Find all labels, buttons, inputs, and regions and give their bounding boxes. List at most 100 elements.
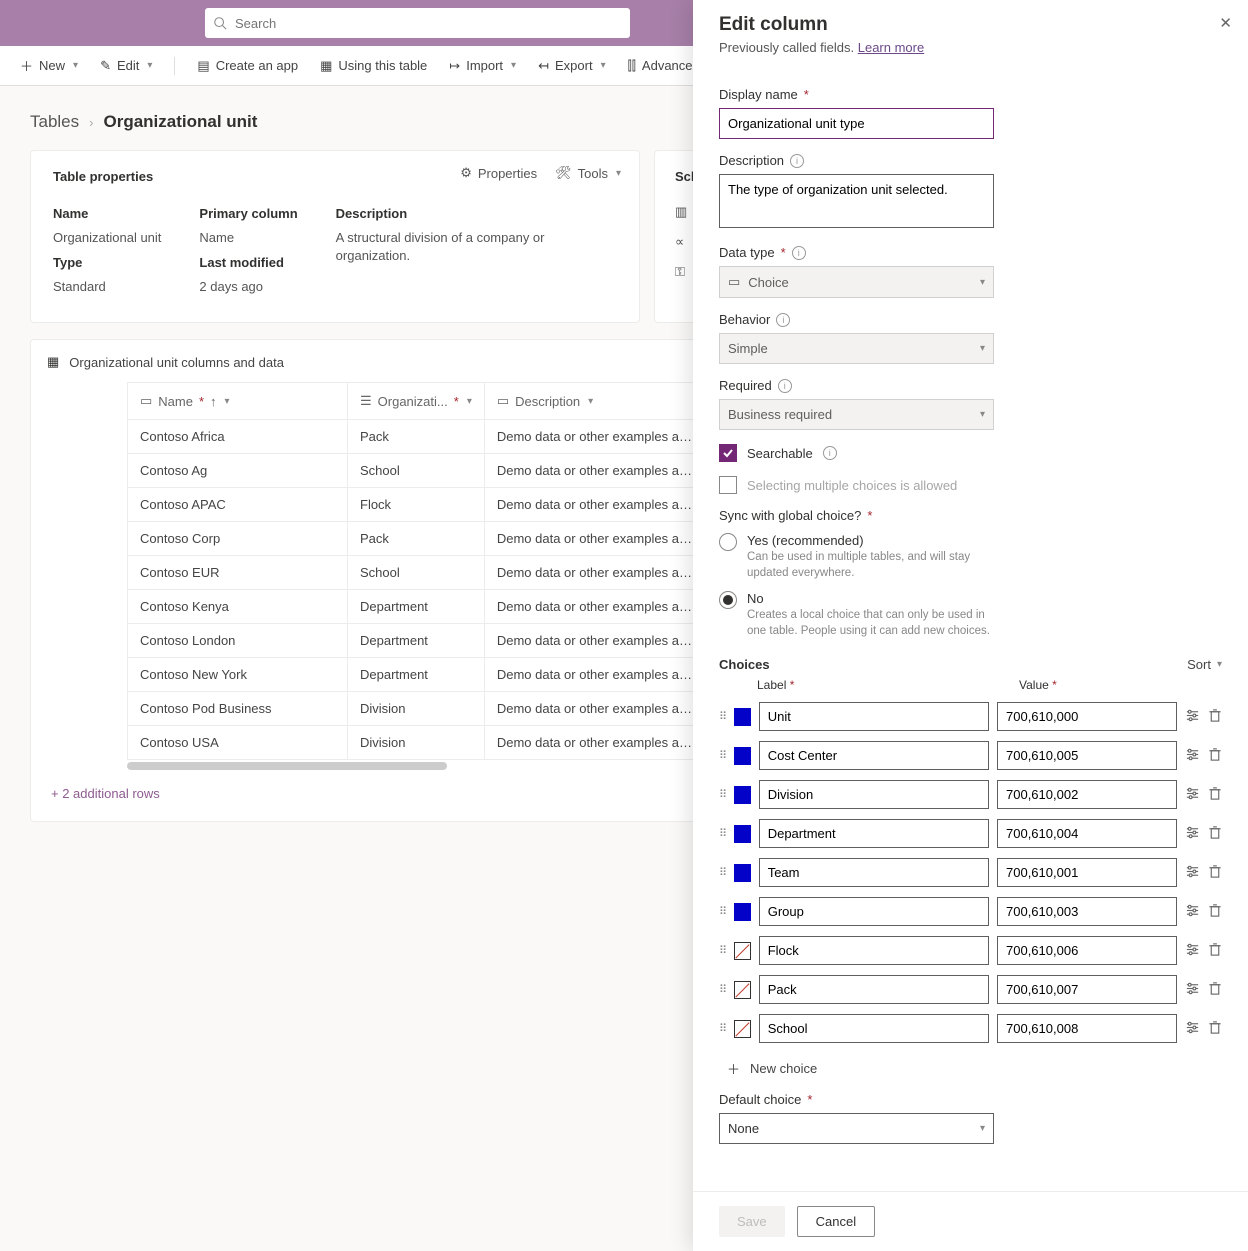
choice-label-input[interactable] <box>759 780 989 809</box>
settings-icon[interactable] <box>1185 1020 1200 1038</box>
choice-value-input[interactable] <box>997 936 1177 965</box>
color-swatch[interactable] <box>734 942 751 960</box>
cell-desc[interactable]: Demo data or other examples are... <box>484 726 706 760</box>
choice-label-input[interactable] <box>759 936 989 965</box>
cell-desc[interactable]: Demo data or other examples are... <box>484 692 706 726</box>
table-row[interactable]: Contoso New YorkDepartmentDemo data or o… <box>128 658 707 692</box>
breadcrumb-root[interactable]: Tables <box>30 112 79 132</box>
choice-value-input[interactable] <box>997 897 1177 926</box>
color-swatch[interactable] <box>734 1020 751 1038</box>
settings-icon[interactable] <box>1185 786 1200 804</box>
choice-value-input[interactable] <box>997 858 1177 887</box>
table-row[interactable]: Contoso KenyaDepartmentDemo data or othe… <box>128 590 707 624</box>
cell-org[interactable]: Department <box>348 624 485 658</box>
choice-label-input[interactable] <box>759 702 989 731</box>
choice-label-input[interactable] <box>759 897 989 926</box>
using-table-button[interactable]: ▦Using this table <box>320 58 427 74</box>
cell-name[interactable]: Contoso Corp <box>128 522 348 556</box>
import-button[interactable]: ↦Import▾ <box>449 58 516 74</box>
delete-icon[interactable] <box>1208 1020 1222 1038</box>
choice-label-input[interactable] <box>759 819 989 848</box>
cell-name[interactable]: Contoso APAC <box>128 488 348 522</box>
learn-more-link[interactable]: Learn more <box>858 40 924 55</box>
drag-handle-icon[interactable]: ⠿ <box>719 866 726 879</box>
cell-name[interactable]: Contoso New York <box>128 658 348 692</box>
drag-handle-icon[interactable]: ⠿ <box>719 1022 726 1035</box>
info-icon[interactable]: i <box>792 246 806 260</box>
settings-icon[interactable] <box>1185 708 1200 726</box>
drag-handle-icon[interactable]: ⠿ <box>719 944 726 957</box>
new-button[interactable]: ＋New▾ <box>20 56 78 75</box>
cell-name[interactable]: Contoso USA <box>128 726 348 760</box>
color-swatch[interactable] <box>734 981 751 999</box>
cell-org[interactable]: School <box>348 454 485 488</box>
drag-handle-icon[interactable]: ⠿ <box>719 749 726 762</box>
color-swatch[interactable] <box>734 708 751 726</box>
settings-icon[interactable] <box>1185 747 1200 765</box>
color-swatch[interactable] <box>734 903 751 921</box>
cell-name[interactable]: Contoso Kenya <box>128 590 348 624</box>
cell-desc[interactable]: Demo data or other examples are... <box>484 590 706 624</box>
close-icon[interactable]: ✕ <box>1219 14 1232 32</box>
cell-desc[interactable]: Demo data or other examples are... <box>484 556 706 590</box>
drag-handle-icon[interactable]: ⠿ <box>719 905 726 918</box>
cell-desc[interactable]: Demo data or other examples are... <box>484 488 706 522</box>
table-row[interactable]: Contoso USADivisionDemo data or other ex… <box>128 726 707 760</box>
cell-desc[interactable]: Demo data or other examples are... <box>484 454 706 488</box>
delete-icon[interactable] <box>1208 903 1222 921</box>
color-swatch[interactable] <box>734 825 751 843</box>
table-row[interactable]: Contoso CorpPackDemo data or other examp… <box>128 522 707 556</box>
choice-label-input[interactable] <box>759 1014 989 1043</box>
settings-icon[interactable] <box>1185 864 1200 882</box>
choice-value-input[interactable] <box>997 780 1177 809</box>
searchable-checkbox[interactable]: Searchablei <box>719 444 1222 462</box>
settings-icon[interactable] <box>1185 903 1200 921</box>
drag-handle-icon[interactable]: ⠿ <box>719 827 726 840</box>
edit-button[interactable]: ✎Edit▾ <box>100 58 152 74</box>
cell-org[interactable]: School <box>348 556 485 590</box>
info-icon[interactable]: i <box>823 446 837 460</box>
global-search[interactable] <box>205 8 630 38</box>
table-row[interactable]: Contoso EURSchoolDemo data or other exam… <box>128 556 707 590</box>
col-org-header[interactable]: ☰Organizati...*▾ <box>348 383 485 420</box>
cell-desc[interactable]: Demo data or other examples are... <box>484 522 706 556</box>
sync-yes-radio[interactable]: Yes (recommended)Can be used in multiple… <box>719 533 1222 581</box>
choice-label-input[interactable] <box>759 975 989 1004</box>
settings-icon[interactable] <box>1185 825 1200 843</box>
new-choice-button[interactable]: ＋New choice <box>727 1059 1222 1078</box>
table-row[interactable]: Contoso AgSchoolDemo data or other examp… <box>128 454 707 488</box>
color-swatch[interactable] <box>734 747 751 765</box>
cell-name[interactable]: Contoso EUR <box>128 556 348 590</box>
delete-icon[interactable] <box>1208 981 1222 999</box>
tools-button[interactable]: 🛠Tools▾ <box>555 165 621 181</box>
color-swatch[interactable] <box>734 864 751 882</box>
table-row[interactable]: Contoso Pod BusinessDivisionDemo data or… <box>128 692 707 726</box>
cell-name[interactable]: Contoso London <box>128 624 348 658</box>
cell-org[interactable]: Pack <box>348 420 485 454</box>
delete-icon[interactable] <box>1208 942 1222 960</box>
delete-icon[interactable] <box>1208 864 1222 882</box>
cell-name[interactable]: Contoso Pod Business <box>128 692 348 726</box>
color-swatch[interactable] <box>734 786 751 804</box>
drag-handle-icon[interactable]: ⠿ <box>719 788 726 801</box>
settings-icon[interactable] <box>1185 942 1200 960</box>
cell-org[interactable]: Pack <box>348 522 485 556</box>
info-icon[interactable]: i <box>778 379 792 393</box>
cell-org[interactable]: Division <box>348 692 485 726</box>
choice-value-input[interactable] <box>997 975 1177 1004</box>
default-choice-select[interactable]: None▾ <box>719 1113 994 1144</box>
cell-org[interactable]: Division <box>348 726 485 760</box>
choice-label-input[interactable] <box>759 858 989 887</box>
cell-desc[interactable]: Demo data or other examples are... <box>484 624 706 658</box>
properties-button[interactable]: ⚙Properties <box>460 165 537 181</box>
col-desc-header[interactable]: ▭Description▾ <box>484 383 706 420</box>
drag-handle-icon[interactable]: ⠿ <box>719 710 726 723</box>
cell-desc[interactable]: Demo data or other examples are... <box>484 420 706 454</box>
delete-icon[interactable] <box>1208 708 1222 726</box>
cell-org[interactable]: Department <box>348 590 485 624</box>
search-input[interactable] <box>233 15 622 32</box>
horizontal-scrollbar[interactable] <box>127 762 447 770</box>
sort-button[interactable]: Sort▾ <box>1187 657 1222 672</box>
cell-name[interactable]: Contoso Ag <box>128 454 348 488</box>
create-app-button[interactable]: ▤Create an app <box>197 58 298 74</box>
